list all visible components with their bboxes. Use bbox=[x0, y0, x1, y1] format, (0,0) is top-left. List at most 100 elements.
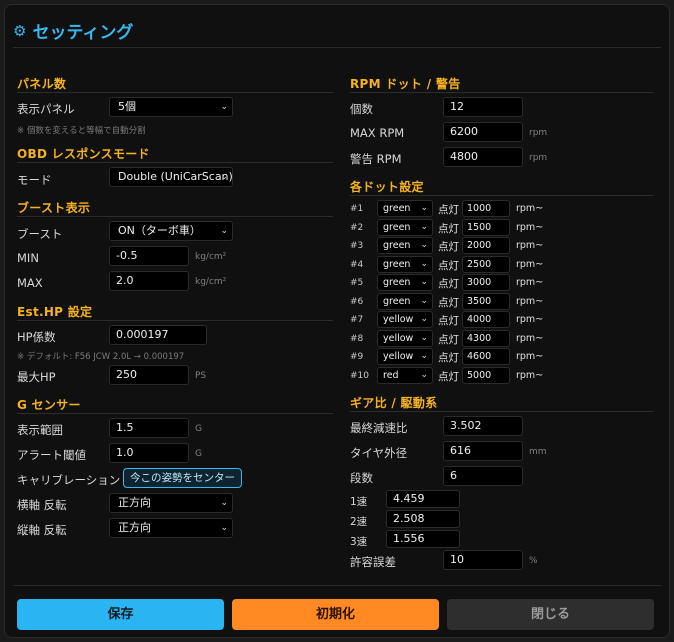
g-alert-unit: G bbox=[195, 449, 202, 459]
section-esthp-heading: Est.HP 設定 bbox=[17, 305, 93, 319]
dot-color-select[interactable]: green ⌄ bbox=[377, 219, 433, 236]
hp-coef-input[interactable]: 0.000197 bbox=[109, 325, 207, 345]
boost-max-input[interactable]: 2.0 bbox=[109, 271, 189, 291]
g-alert-label: アラート閾値 bbox=[17, 448, 86, 462]
section-divider bbox=[350, 92, 654, 93]
section-divider bbox=[17, 413, 333, 414]
dot-rpm-input[interactable]: 3000 bbox=[462, 274, 510, 291]
boost-min-input[interactable]: -0.5 bbox=[109, 246, 189, 266]
footer-divider bbox=[13, 585, 661, 586]
boost-min-unit: kg/cm² bbox=[195, 252, 227, 262]
dot-color-select[interactable]: yellow ⌄ bbox=[377, 330, 433, 347]
tolerance-input[interactable]: 10 bbox=[443, 550, 523, 570]
dot-color-value: green bbox=[383, 259, 411, 270]
dot-rpm-unit: rpm~ bbox=[516, 314, 544, 325]
dot-rpm-input[interactable]: 2000 bbox=[462, 237, 510, 254]
dot-number: #9 bbox=[350, 352, 364, 362]
dot-number: #10 bbox=[350, 371, 369, 381]
warn-rpm-input[interactable]: 4800 bbox=[443, 147, 523, 167]
calibrate-center-button[interactable]: 今この姿勢をセンター bbox=[123, 468, 242, 488]
dot-rpm-unit: rpm~ bbox=[516, 203, 544, 214]
tire-diameter-input[interactable]: 616 bbox=[443, 441, 523, 461]
rpm-count-input[interactable]: 12 bbox=[443, 97, 523, 117]
max-rpm-input[interactable]: 6200 bbox=[443, 122, 523, 142]
section-boost-heading: ブースト表示 bbox=[17, 201, 91, 215]
longitudinal-invert-select[interactable]: 正方向 ⌄ bbox=[109, 518, 233, 538]
boost-max-label: MAX bbox=[17, 276, 43, 290]
mode-select[interactable]: Double (UniCarScan) ⌄ bbox=[109, 167, 233, 187]
hp-coef-note: ※ デフォルト: F56 JCW 2.0L → 0.000197 bbox=[17, 352, 185, 362]
dot-rpm-input[interactable]: 1500 bbox=[462, 219, 510, 236]
dot-rpm-input[interactable]: 4600 bbox=[462, 348, 510, 365]
dot-color-value: yellow bbox=[383, 314, 414, 325]
g-range-label: 表示範囲 bbox=[17, 423, 63, 437]
dot-rpm-input[interactable]: 4300 bbox=[462, 330, 510, 347]
chevron-down-icon: ⌄ bbox=[220, 172, 228, 182]
dot-rpm-unit: rpm~ bbox=[516, 351, 544, 362]
gear-stages-input[interactable]: 6 bbox=[443, 466, 523, 486]
boost-max-unit: kg/cm² bbox=[195, 277, 227, 287]
gear-1-input[interactable]: 4.459 bbox=[386, 490, 460, 508]
dot-rpm-input[interactable]: 2500 bbox=[462, 256, 510, 273]
hp-coef-label: HP係数 bbox=[17, 330, 56, 344]
dot-color-select[interactable]: red ⌄ bbox=[377, 367, 433, 384]
dot-on-label: 点灯 bbox=[438, 371, 459, 383]
dot-color-select[interactable]: green ⌄ bbox=[377, 256, 433, 273]
dot-on-label: 点灯 bbox=[438, 334, 459, 346]
boost-select[interactable]: ON（ターボ車） ⌄ bbox=[109, 221, 233, 241]
lateral-invert-value: 正方向 bbox=[118, 496, 151, 509]
chevron-down-icon: ⌄ bbox=[420, 314, 428, 324]
dot-color-select[interactable]: yellow ⌄ bbox=[377, 348, 433, 365]
display-panel-label: 表示パネル bbox=[17, 102, 75, 116]
dot-rpm-input[interactable]: 4000 bbox=[462, 311, 510, 328]
section-gear-heading: ギア比 / 駆動系 bbox=[350, 396, 438, 410]
panel-note: ※ 個数を変えると等幅で自動分割 bbox=[17, 126, 146, 136]
dot-rpm-input[interactable]: 3500 bbox=[462, 293, 510, 310]
dot-rpm-input[interactable]: 1000 bbox=[462, 200, 510, 217]
max-rpm-unit: rpm bbox=[529, 128, 548, 138]
max-rpm-label: MAX RPM bbox=[350, 126, 405, 140]
dot-rpm-unit: rpm~ bbox=[516, 222, 544, 233]
rpm-count-label: 個数 bbox=[350, 102, 373, 116]
dot-color-value: green bbox=[383, 240, 411, 251]
dot-color-select[interactable]: green ⌄ bbox=[377, 237, 433, 254]
save-button[interactable]: 保存 bbox=[17, 599, 224, 630]
chevron-down-icon: ⌄ bbox=[220, 498, 228, 508]
dot-color-select[interactable]: green ⌄ bbox=[377, 274, 433, 291]
dot-color-select[interactable]: yellow ⌄ bbox=[377, 311, 433, 328]
max-hp-label: 最大HP bbox=[17, 370, 56, 384]
dot-number: #8 bbox=[350, 334, 364, 344]
title-divider bbox=[13, 47, 661, 48]
chevron-down-icon: ⌄ bbox=[420, 370, 428, 380]
lateral-invert-select[interactable]: 正方向 ⌄ bbox=[109, 493, 233, 513]
display-panel-select[interactable]: 5個 ⌄ bbox=[109, 97, 233, 117]
boost-min-label: MIN bbox=[17, 251, 39, 265]
page-title-text: セッティング bbox=[32, 23, 134, 43]
gear-3-input[interactable]: 1.556 bbox=[386, 530, 460, 548]
section-dots-heading: 各ドット設定 bbox=[350, 180, 424, 194]
final-ratio-input[interactable]: 3.502 bbox=[443, 416, 523, 436]
max-hp-input[interactable]: 250 bbox=[109, 365, 189, 385]
dot-rpm-input[interactable]: 5000 bbox=[462, 367, 510, 384]
dot-color-select[interactable]: green ⌄ bbox=[377, 293, 433, 310]
dot-number: #5 bbox=[350, 278, 364, 288]
page-title: ⚙ セッティング bbox=[13, 18, 134, 44]
close-button[interactable]: 閉じる bbox=[447, 599, 654, 630]
g-alert-input[interactable]: 1.0 bbox=[109, 443, 189, 463]
section-gsensor-heading: G センサー bbox=[17, 398, 81, 412]
dot-on-label: 点灯 bbox=[438, 223, 459, 235]
dot-number: #4 bbox=[350, 260, 364, 270]
dot-color-select[interactable]: green ⌄ bbox=[377, 200, 433, 217]
max-hp-unit: PS bbox=[195, 371, 207, 381]
gear-2-input[interactable]: 2.508 bbox=[386, 510, 460, 528]
reset-button[interactable]: 初期化 bbox=[232, 599, 439, 630]
dot-on-label: 点灯 bbox=[438, 315, 459, 327]
dot-number: #1 bbox=[350, 204, 364, 214]
chevron-down-icon: ⌄ bbox=[420, 222, 428, 232]
dot-rpm-unit: rpm~ bbox=[516, 240, 544, 251]
lateral-invert-label: 横軸 反転 bbox=[17, 498, 67, 512]
g-range-input[interactable]: 1.5 bbox=[109, 418, 189, 438]
dot-on-label: 点灯 bbox=[438, 260, 459, 272]
chevron-down-icon: ⌄ bbox=[420, 351, 428, 361]
calibration-label: キャリブレーション bbox=[17, 473, 121, 487]
